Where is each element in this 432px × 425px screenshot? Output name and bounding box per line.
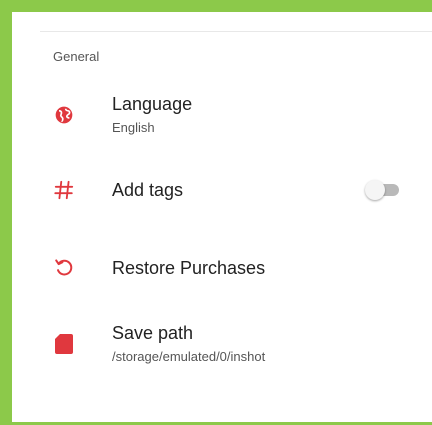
settings-item-title: Restore Purchases (112, 258, 266, 278)
settings-item-title: Add tags (112, 180, 184, 200)
settings-item-title: Save path (112, 323, 194, 343)
settings-panel: General Language English Add tags Restor… (12, 12, 432, 422)
settings-item-title: Language (112, 94, 193, 114)
settings-item-save-path[interactable]: Save path /storage/emulated/0/inshot (12, 316, 432, 372)
divider (40, 31, 432, 32)
toggle-thumb (365, 180, 385, 200)
add-tags-toggle[interactable] (365, 180, 399, 200)
restore-icon (53, 256, 75, 278)
screen-frame: General Language English Add tags Restor… (0, 0, 432, 425)
settings-item-language[interactable]: Language English (12, 88, 432, 144)
globe-icon (53, 104, 75, 126)
settings-item-subtitle: English (112, 120, 155, 135)
hashtag-icon (53, 179, 75, 201)
section-header-general: General (53, 49, 100, 64)
settings-item-subtitle: /storage/emulated/0/inshot (112, 349, 266, 364)
settings-item-restore-purchases[interactable]: Restore Purchases (12, 239, 432, 295)
settings-item-add-tags[interactable]: Add tags (12, 162, 432, 218)
sd-card-icon (53, 333, 75, 355)
